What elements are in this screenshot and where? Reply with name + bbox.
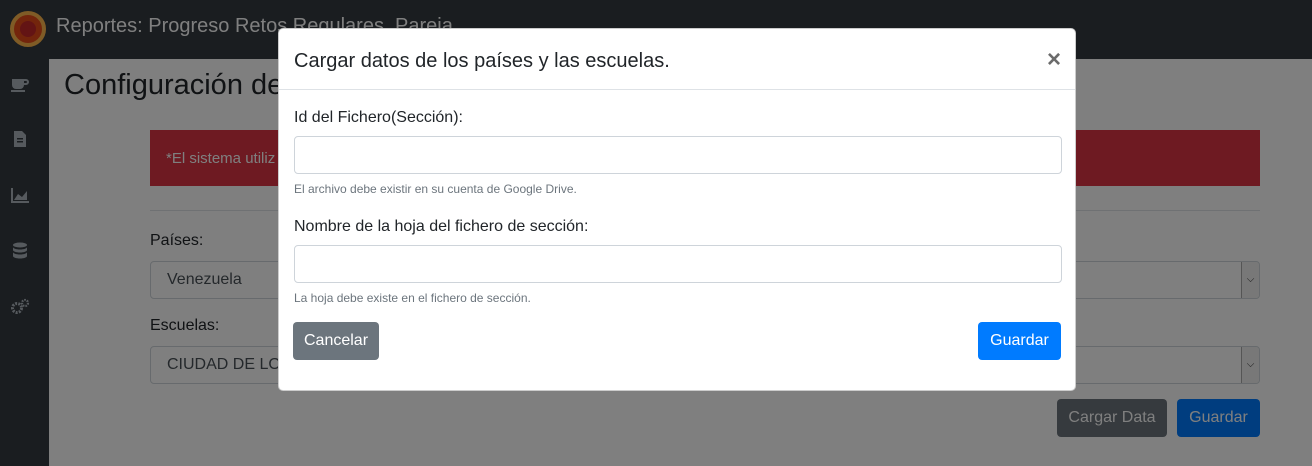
modal-save-button[interactable]: Guardar [978, 322, 1061, 360]
file-id-input[interactable] [294, 136, 1062, 174]
sheet-name-label: Nombre de la hoja del fichero de sección… [294, 218, 589, 235]
modal-title: Cargar datos de los países y las escuela… [294, 50, 670, 72]
file-id-label: Id del Fichero(Sección): [294, 109, 463, 126]
close-icon[interactable]: × [1047, 48, 1061, 72]
modal-header: Cargar datos de los países y las escuela… [279, 29, 1075, 90]
sheet-name-help: La hoja debe existe en el fichero de sec… [294, 291, 531, 305]
load-data-modal: Cargar datos de los países y las escuela… [278, 28, 1076, 391]
cancel-button[interactable]: Cancelar [293, 322, 379, 360]
file-id-help: El archivo debe existir en su cuenta de … [294, 182, 577, 196]
sheet-name-input[interactable] [294, 245, 1062, 283]
